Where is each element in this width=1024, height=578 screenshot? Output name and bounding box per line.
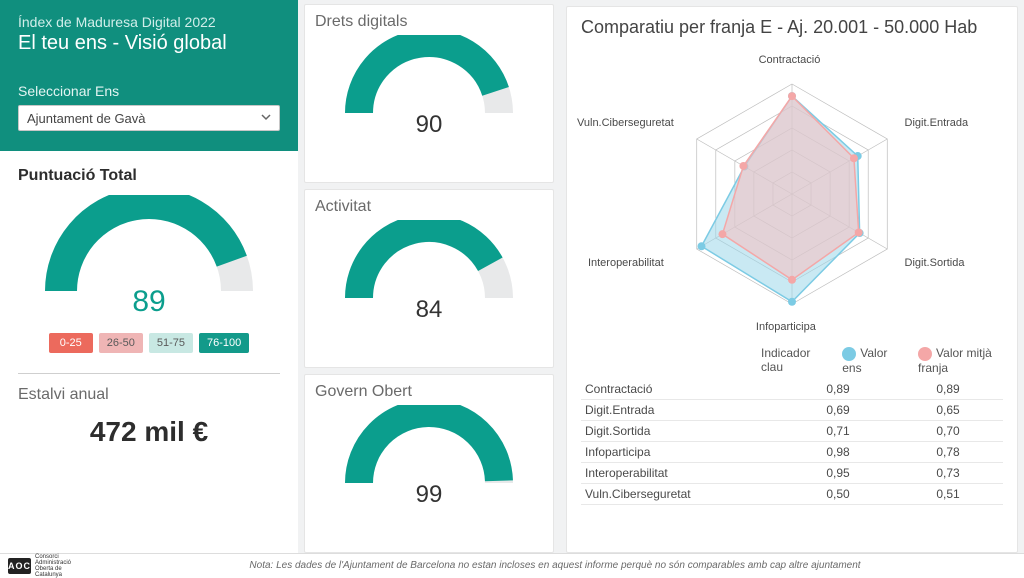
card-value: 99 (315, 481, 543, 509)
radar-table: Contractació0,890,89Digit.Entrada0,690,6… (581, 379, 1003, 505)
card-value: 84 (315, 296, 543, 324)
cell-indicator: Digit.Sortida (581, 420, 783, 441)
workspace: Índex de Maduresa Digital 2022 El teu en… (0, 0, 1024, 553)
cell-indicator: Digit.Entrada (581, 399, 783, 420)
header-line2: El teu ens - Visió global (18, 32, 280, 55)
table-row: Interoperabilitat0,950,73 (581, 462, 1003, 483)
cell-indicator: Interoperabilitat (581, 462, 783, 483)
middle-column: Drets digitals 90 Activitat 84 Govern Ob… (298, 0, 560, 553)
card-title: Activitat (315, 198, 543, 216)
cell-mitja: 0,51 (893, 483, 1003, 504)
radar-axis-label: Vuln.Ciberseguretat (577, 117, 674, 129)
legend-0-25: 0-25 (49, 333, 93, 353)
header-line1: Índex de Maduresa Digital 2022 (18, 14, 280, 30)
cell-mitja: 0,78 (893, 441, 1003, 462)
radar-chart: Contractació Digit.Entrada Digit.Sortida In… (581, 42, 1003, 342)
cell-mitja: 0,70 (893, 420, 1003, 441)
divider (18, 373, 280, 374)
radar-legend: Indicador clau Valor ens Valor mitjà fra… (761, 346, 1003, 375)
ens-selector[interactable] (18, 105, 280, 131)
cell-mitja: 0,89 (893, 379, 1003, 400)
table-row: Contractació0,890,89 (581, 379, 1003, 400)
table-row: Infoparticipa0,980,78 (581, 441, 1003, 462)
score-legend: 0-25 26-50 51-75 76-100 (18, 333, 280, 353)
score-value: 89 (18, 285, 280, 319)
radar-axis-label: Infoparticipa (756, 321, 816, 333)
cell-ens: 0,89 (783, 379, 893, 400)
ens-selector-value[interactable] (18, 105, 280, 131)
card-govern-obert: Govern Obert 99 (304, 374, 554, 553)
right-column: Comparatiu per franja E - Aj. 20.001 - 5… (560, 0, 1024, 553)
radar-title: Comparatiu per franja E - Aj. 20.001 - 5… (581, 17, 1003, 38)
cell-ens: 0,95 (783, 462, 893, 483)
legend-26-50: 26-50 (99, 333, 143, 353)
radar-axis-label: Digit.Sortida (905, 257, 965, 269)
logo-mark: AOC (8, 558, 31, 574)
legend-mitja: Valor mitjà franja (918, 346, 1003, 375)
card-activitat: Activitat 84 (304, 189, 554, 368)
radar-card: Comparatiu per franja E - Aj. 20.001 - 5… (566, 6, 1018, 553)
cell-indicator: Vuln.Ciberseguretat (581, 483, 783, 504)
cell-ens: 0,50 (783, 483, 893, 504)
card-title: Govern Obert (315, 383, 543, 401)
footer-note: Nota: Les dades de l'Ajuntament de Barce… (94, 560, 1016, 571)
app-root: Índex de Maduresa Digital 2022 El teu en… (0, 0, 1024, 577)
left-lower: Puntuació Total 89 0-25 26-50 51-75 76-1… (0, 151, 298, 553)
logo-text: Consorci Administració Oberta de Catalun… (35, 554, 84, 578)
legend-header: Indicador clau (761, 346, 820, 374)
score-title: Puntuació Total (18, 167, 280, 185)
cell-ens: 0,69 (783, 399, 893, 420)
cell-ens: 0,98 (783, 441, 893, 462)
left-column: Índex de Maduresa Digital 2022 El teu en… (0, 0, 298, 553)
header-panel: Índex de Maduresa Digital 2022 El teu en… (0, 0, 298, 151)
legend-76-100: 76-100 (199, 333, 249, 353)
cell-indicator: Infoparticipa (581, 441, 783, 462)
savings-value: 472 mil € (18, 416, 280, 448)
radar-axis-label: Interoperabilitat (588, 257, 664, 269)
cell-mitja: 0,65 (893, 399, 1003, 420)
footer-logo: AOC Consorci Administració Oberta de Cat… (8, 558, 84, 574)
card-value: 90 (315, 111, 543, 139)
card-drets-digitals: Drets digitals 90 (304, 4, 554, 183)
radar-axis-label: Digit.Entrada (905, 117, 969, 129)
cell-mitja: 0,73 (893, 462, 1003, 483)
legend-ens: Valor ens (842, 346, 896, 375)
table-row: Vuln.Ciberseguretat0,500,51 (581, 483, 1003, 504)
table-row: Digit.Entrada0,690,65 (581, 399, 1003, 420)
table-row: Digit.Sortida0,710,70 (581, 420, 1003, 441)
footer: AOC Consorci Administració Oberta de Cat… (0, 553, 1024, 577)
cell-ens: 0,71 (783, 420, 893, 441)
savings-label: Estalvi anual (18, 386, 280, 404)
ens-selector-label: Seleccionar Ens (18, 83, 280, 99)
cell-indicator: Contractació (581, 379, 783, 400)
card-title: Drets digitals (315, 13, 543, 31)
legend-51-75: 51-75 (149, 333, 193, 353)
radar-axis-label: Contractació (759, 54, 821, 66)
